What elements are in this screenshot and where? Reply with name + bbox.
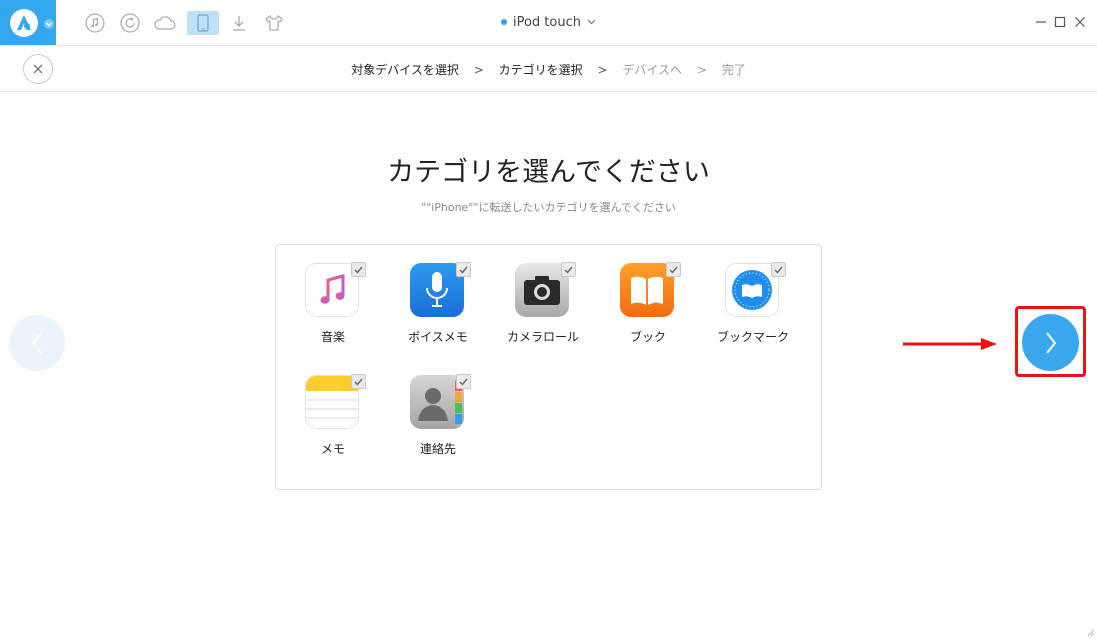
maximize-button[interactable] bbox=[1052, 14, 1068, 30]
category-label: 音楽 bbox=[320, 330, 345, 344]
category-music[interactable]: 音楽 bbox=[288, 247, 378, 344]
category-notes[interactable]: メモ bbox=[288, 359, 378, 456]
breadcrumb-separator: > bbox=[597, 63, 608, 77]
breadcrumb-separator: > bbox=[696, 63, 707, 77]
close-icon bbox=[1075, 17, 1085, 27]
music-icon[interactable] bbox=[83, 11, 107, 35]
device-selector[interactable]: iPod touch bbox=[500, 14, 596, 30]
title-bar: iPod touch bbox=[0, 0, 1097, 46]
connected-dot-icon bbox=[500, 19, 507, 25]
breadcrumb-step-complete: 完了 bbox=[721, 63, 746, 77]
chevron-left-icon bbox=[31, 332, 42, 354]
check-icon bbox=[354, 266, 363, 274]
category-contacts[interactable]: 連絡先 bbox=[393, 359, 483, 456]
window-close-button[interactable] bbox=[1072, 14, 1088, 30]
previous-button[interactable] bbox=[9, 315, 65, 371]
category-label: ブックマーク bbox=[716, 330, 789, 344]
category-bookmarks[interactable]: ブックマーク bbox=[708, 247, 798, 344]
device-icon[interactable] bbox=[187, 11, 219, 35]
chevron-down-icon bbox=[587, 19, 596, 25]
check-icon bbox=[774, 266, 783, 274]
category-bookmarks-checkbox[interactable] bbox=[771, 262, 786, 277]
category-label: ブック bbox=[629, 330, 666, 344]
breadcrumb-step-select-device: 対象デバイスを選択 bbox=[351, 63, 459, 77]
category-notes-checkbox[interactable] bbox=[351, 374, 366, 389]
breadcrumb-separator: > bbox=[473, 63, 484, 77]
page-title: カテゴリを選んでください bbox=[387, 157, 710, 188]
category-camera-roll[interactable]: カメラロール bbox=[498, 247, 588, 344]
next-button[interactable] bbox=[1022, 314, 1079, 371]
category-camera-roll-checkbox[interactable] bbox=[561, 262, 576, 277]
category-panel: 音楽 ボイスメモ カメラロール ブック ブックマーク メモ 連絡先 bbox=[275, 244, 822, 490]
category-books-checkbox[interactable] bbox=[666, 262, 681, 277]
chevron-right-icon bbox=[1045, 331, 1056, 354]
breadcrumb-step-select-category: カテゴリを選択 bbox=[498, 63, 583, 77]
category-contacts-checkbox[interactable] bbox=[456, 374, 471, 389]
resize-grip-icon[interactable] bbox=[1085, 627, 1095, 637]
category-books[interactable]: ブック bbox=[603, 247, 693, 344]
category-label: 連絡先 bbox=[419, 442, 456, 456]
app-logo-button[interactable] bbox=[0, 0, 56, 45]
check-icon bbox=[354, 378, 363, 386]
restore-icon[interactable] bbox=[118, 11, 142, 35]
anytrans-logo-icon bbox=[10, 9, 38, 37]
annotation-arrow-icon bbox=[903, 338, 997, 350]
device-name: iPod touch bbox=[512, 14, 581, 30]
page-subtitle: ""iPhone""に転送したいカテゴリを選んでください bbox=[421, 201, 676, 214]
check-icon bbox=[459, 266, 468, 274]
category-voice-memo[interactable]: ボイスメモ bbox=[393, 247, 483, 344]
category-label: カメラロール bbox=[506, 330, 579, 344]
check-icon bbox=[669, 266, 678, 274]
chevron-down-icon bbox=[44, 19, 54, 29]
step-bar: 対象デバイスを選択 > カテゴリを選択 > デバイスへ > 完了 bbox=[0, 46, 1097, 92]
breadcrumb: 対象デバイスを選択 > カテゴリを選択 > デバイスへ > 完了 bbox=[0, 61, 1097, 78]
download-icon[interactable] bbox=[227, 11, 251, 35]
category-label: メモ bbox=[320, 442, 345, 456]
maximize-icon bbox=[1054, 16, 1066, 28]
check-icon bbox=[564, 266, 573, 274]
check-icon bbox=[459, 378, 468, 386]
cloud-icon[interactable] bbox=[153, 11, 177, 35]
category-label: ボイスメモ bbox=[408, 330, 468, 344]
breadcrumb-step-to-device: デバイスへ bbox=[622, 63, 682, 77]
minimize-icon bbox=[1036, 21, 1046, 23]
tshirt-icon[interactable] bbox=[262, 11, 286, 35]
minimize-button[interactable] bbox=[1033, 14, 1049, 30]
category-voice-memo-checkbox[interactable] bbox=[456, 262, 471, 277]
category-music-checkbox[interactable] bbox=[351, 262, 366, 277]
